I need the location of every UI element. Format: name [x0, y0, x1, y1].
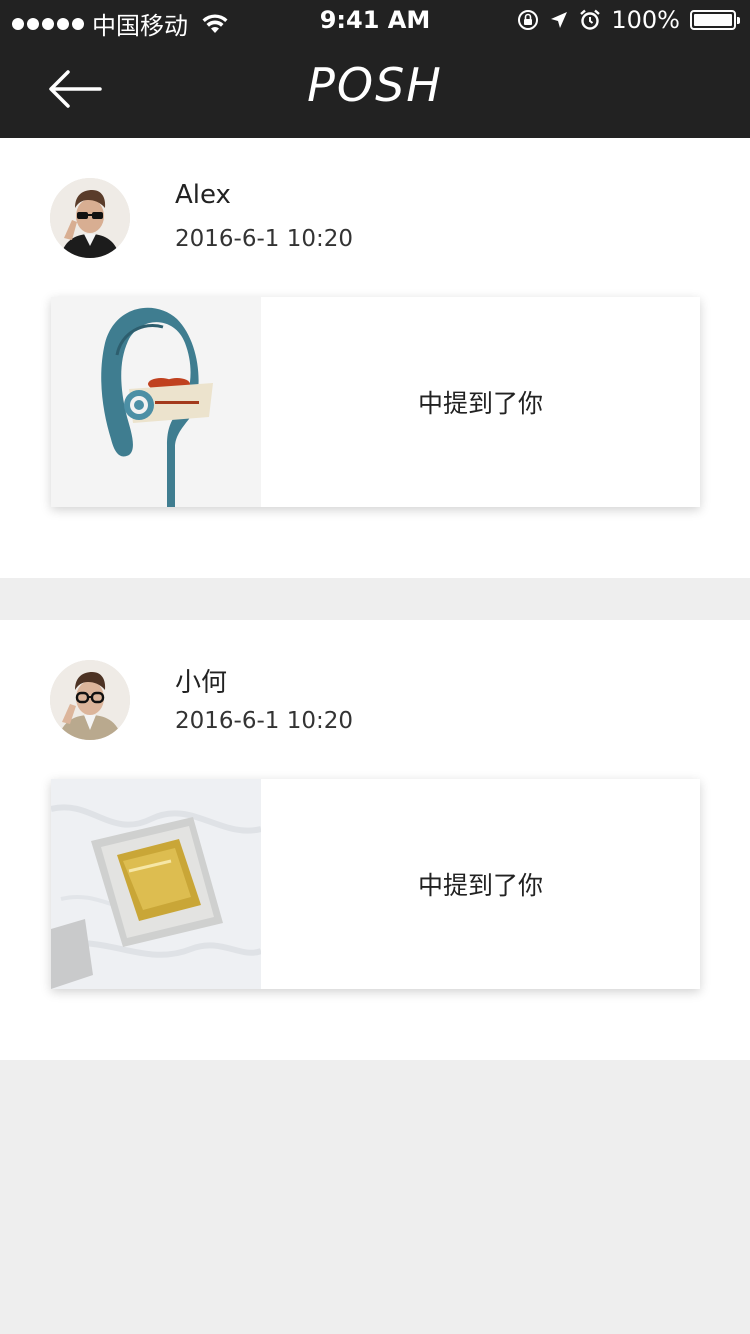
page-title: POSH: [307, 58, 443, 112]
nav-bar: POSH: [0, 40, 750, 138]
username[interactable]: 小何: [175, 662, 227, 699]
mention-item[interactable]: 中提到了你: [51, 297, 700, 507]
mention-text: 中提到了你: [417, 871, 543, 900]
avatar[interactable]: [50, 178, 130, 258]
mention-text: 中提到了你: [417, 389, 543, 418]
status-bar: 中国移动 9:41 AM 100%: [0, 0, 750, 40]
orientation-lock-icon: [518, 10, 539, 30]
location-arrow-icon: [551, 12, 568, 28]
status-right: 100%: [517, 6, 740, 34]
notification-card: Alex 2016-6-1 10:20 中提到了你: [0, 138, 750, 578]
top-bar: 中国移动 9:41 AM 100% POSH: [0, 0, 750, 138]
timestamp: 2016-6-1 10:20: [175, 226, 353, 252]
gold-package-image: [51, 779, 261, 989]
earphone-image: [51, 297, 261, 507]
mention-item[interactable]: 中提到了你: [51, 779, 700, 989]
avatar-image: [50, 660, 130, 740]
username[interactable]: Alex: [175, 180, 231, 210]
avatar[interactable]: [50, 660, 130, 740]
battery-percent: 100%: [611, 6, 680, 34]
alarm-clock-icon: [580, 9, 601, 30]
battery-icon: [690, 10, 740, 30]
avatar-image: [50, 178, 130, 258]
notification-card: 小何 2016-6-1 10:20 中提到了你: [0, 620, 750, 1060]
timestamp: 2016-6-1 10:20: [175, 708, 353, 734]
